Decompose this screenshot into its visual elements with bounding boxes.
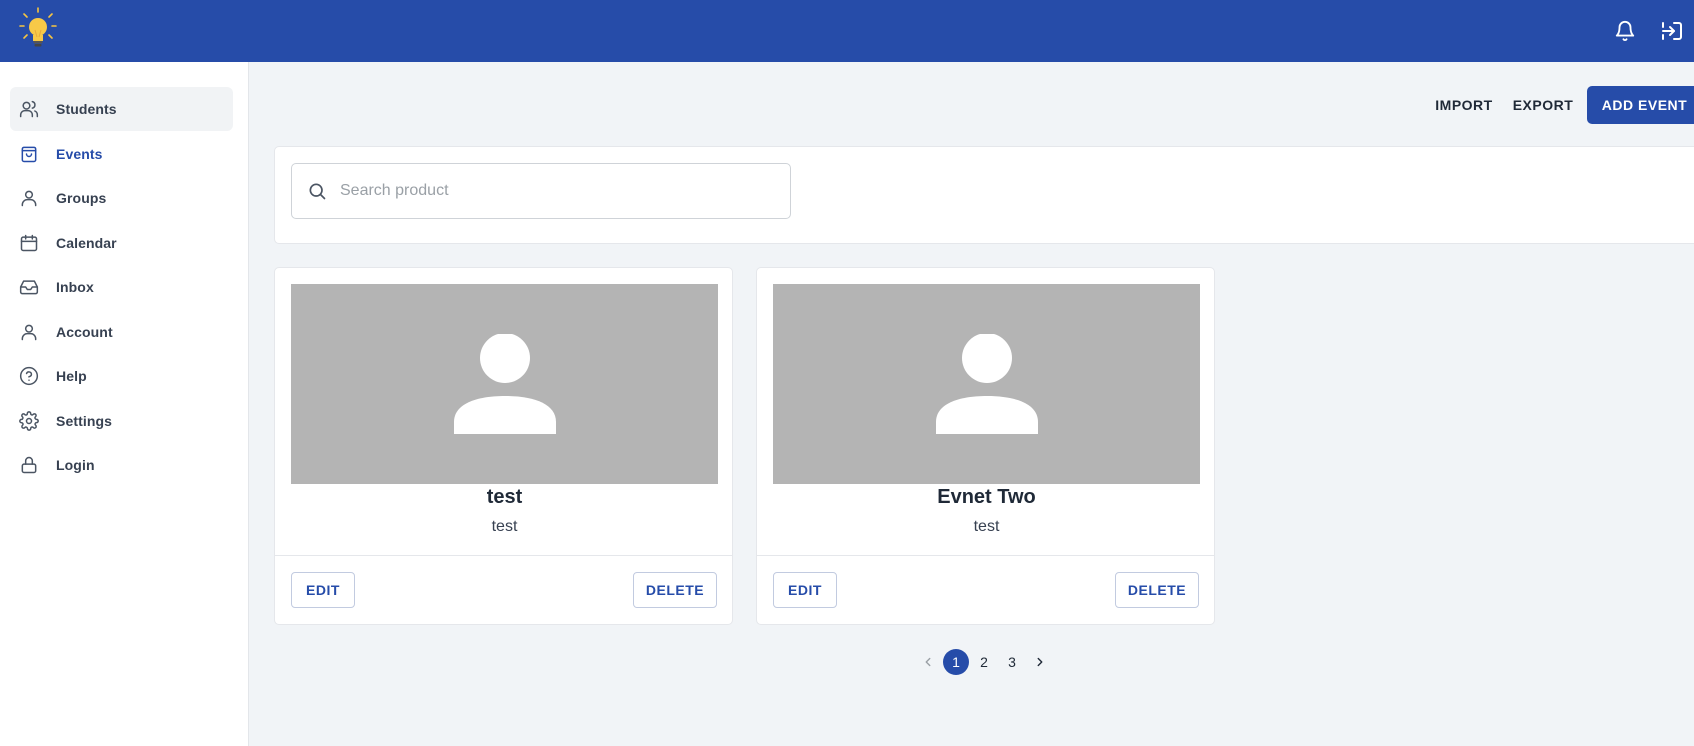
search-card (274, 146, 1694, 244)
sidebar-item-events[interactable]: Events (10, 132, 233, 176)
chevron-right-icon[interactable] (1027, 649, 1053, 675)
help-circle-icon (18, 365, 40, 387)
sidebar-item-label: Help (56, 368, 87, 384)
event-subtitle: test (973, 518, 1000, 535)
event-title: test (486, 486, 523, 508)
lock-icon (18, 454, 40, 476)
search-input[interactable] (340, 182, 760, 200)
export-button[interactable]: EXPORT (1508, 86, 1578, 124)
card-divider (757, 555, 1214, 556)
event-image-placeholder (773, 284, 1200, 484)
bell-icon[interactable] (1610, 16, 1640, 46)
sidebar-item-label: Calendar (56, 235, 117, 251)
sidebar-item-students[interactable]: Students (10, 87, 233, 131)
import-button[interactable]: IMPORT (1428, 86, 1500, 124)
sidebar-item-inbox[interactable]: Inbox (10, 265, 233, 309)
sidebar-item-label: Groups (56, 190, 107, 206)
sidebar-item-settings[interactable]: Settings (10, 399, 233, 443)
sidebar-item-login[interactable]: Login (10, 443, 233, 487)
event-card: test test EDIT DELETE (274, 267, 733, 625)
page-button-1[interactable]: 1 (943, 649, 969, 675)
top-app-bar (0, 0, 1694, 62)
chevron-left-icon[interactable] (915, 649, 941, 675)
sidebar-item-account[interactable]: Account (10, 310, 233, 354)
delete-button[interactable]: DELETE (1115, 572, 1199, 608)
users-icon (18, 98, 40, 120)
sidebar-item-calendar[interactable]: Calendar (10, 221, 233, 265)
search-icon (306, 180, 328, 202)
sidebar-item-label: Inbox (56, 279, 94, 295)
card-divider (275, 555, 732, 556)
lightbulb-icon[interactable] (18, 6, 58, 50)
search-box (291, 163, 791, 219)
add-event-button[interactable]: ADD EVENT (1587, 86, 1694, 124)
event-subtitle: test (491, 518, 518, 535)
exit-icon[interactable] (1657, 16, 1687, 46)
pagination: 1 2 3 (915, 648, 1055, 676)
user-icon (18, 187, 40, 209)
sidebar-item-label: Events (56, 146, 103, 162)
page-button-2[interactable]: 2 (971, 649, 997, 675)
event-card: Evnet Two test EDIT DELETE (756, 267, 1215, 625)
sidebar-item-label: Account (56, 324, 113, 340)
user-icon (18, 321, 40, 343)
sidebar-item-label: Settings (56, 413, 113, 429)
inbox-icon (18, 276, 40, 298)
sidebar-item-label: Students (56, 101, 117, 117)
person-icon (454, 334, 556, 434)
person-icon (936, 334, 1038, 434)
gear-icon (18, 410, 40, 432)
event-image-placeholder (291, 284, 718, 484)
edit-button[interactable]: EDIT (773, 572, 837, 608)
shopping-bag-icon (18, 143, 40, 165)
sidebar: Students Events Groups Calendar Inbox Ac… (0, 62, 249, 746)
sidebar-item-groups[interactable]: Groups (10, 176, 233, 220)
calendar-icon (18, 232, 40, 254)
edit-button[interactable]: EDIT (291, 572, 355, 608)
sidebar-item-label: Login (56, 457, 95, 473)
event-title: Evnet Two (937, 486, 1036, 508)
page-button-3[interactable]: 3 (999, 649, 1025, 675)
delete-button[interactable]: DELETE (633, 572, 717, 608)
sidebar-item-help[interactable]: Help (10, 354, 233, 398)
